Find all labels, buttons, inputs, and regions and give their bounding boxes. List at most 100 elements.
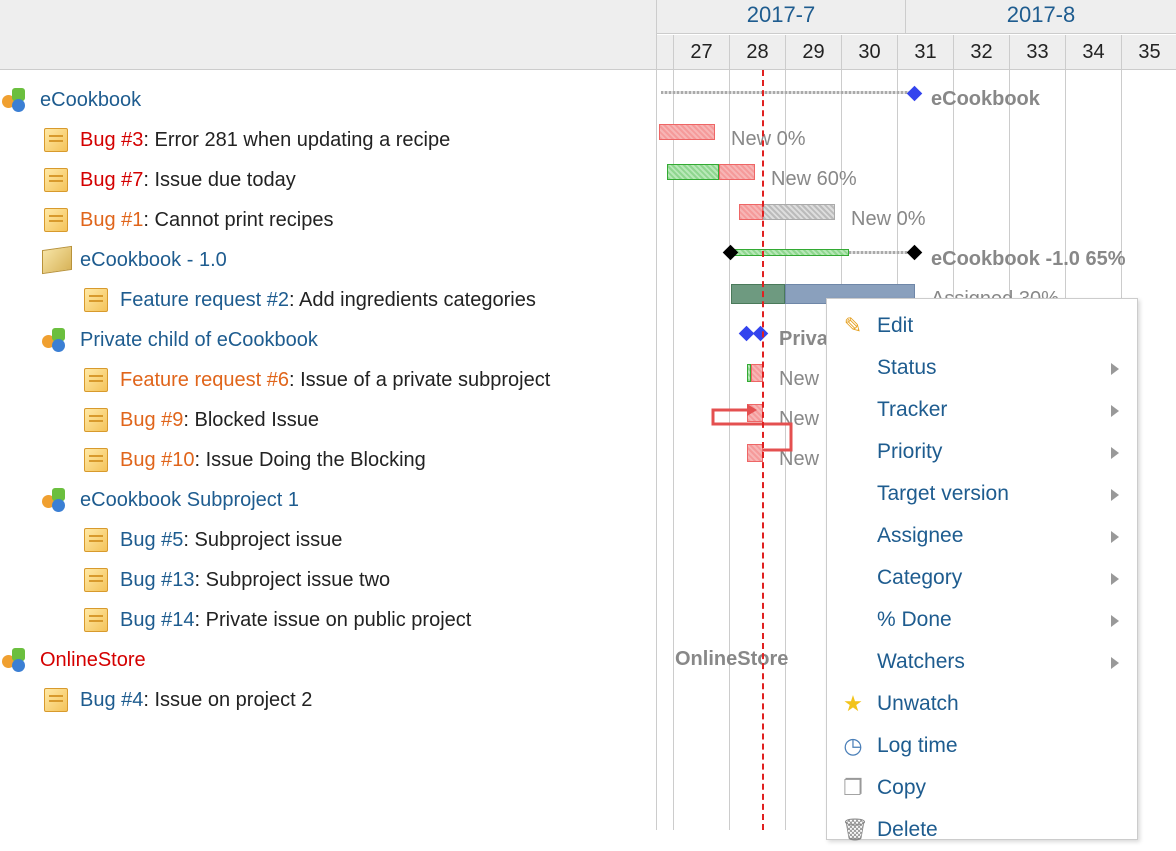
subject-column-header: [0, 0, 656, 70]
project-end-marker: [906, 85, 923, 102]
day-header: 28: [730, 35, 786, 70]
issue-bar-done[interactable]: [731, 284, 785, 304]
row-subject: : Add ingredients categories: [289, 289, 536, 311]
clock-icon: ◷: [843, 733, 863, 758]
submenu-arrow-icon: [1111, 489, 1119, 501]
menu-item-label: % Done: [877, 608, 952, 631]
issue-link[interactable]: Bug #7: [80, 169, 143, 191]
menu-item-edit[interactable]: ✎ Edit: [827, 305, 1137, 347]
issue-link[interactable]: Bug #1: [80, 209, 143, 231]
project-link[interactable]: eCookbook: [40, 89, 141, 111]
project-link[interactable]: OnlineStore: [40, 649, 146, 671]
menu-item-label: Target version: [877, 482, 1009, 505]
menu-item-label: Edit: [877, 314, 914, 337]
project-icon: [42, 328, 66, 352]
project-icon: [2, 648, 26, 672]
project-link[interactable]: Private child of eCookbook: [80, 329, 318, 351]
project-bar: [661, 91, 913, 94]
submenu-arrow-icon: [1111, 573, 1119, 585]
submenu-arrow-icon: [1111, 363, 1119, 375]
menu-item-log-time[interactable]: ◷ Log time: [827, 725, 1137, 767]
issue-icon: [44, 168, 68, 192]
issue-link[interactable]: Bug #9: [120, 409, 183, 431]
gridline: [673, 70, 674, 830]
trash-icon: 🗑: [841, 817, 869, 842]
issue-link[interactable]: Bug #5: [120, 529, 183, 551]
issue-link[interactable]: Bug #4: [80, 689, 143, 711]
issue-icon: [84, 528, 108, 552]
menu-item-copy[interactable]: ❐ Copy: [827, 767, 1137, 809]
row-subject: : Issue due today: [143, 169, 296, 191]
row-subject: : Private issue on public project: [194, 609, 472, 631]
menu-item-unwatch[interactable]: ★ Unwatch: [827, 683, 1137, 725]
row-subject: : Subproject issue: [183, 529, 343, 551]
submenu-arrow-icon: [1111, 405, 1119, 417]
menu-item-target-version[interactable]: Target version: [827, 473, 1137, 515]
row-subject: : Error 281 when updating a recipe: [143, 129, 451, 151]
version-bar-done: [733, 249, 849, 256]
menu-item-label: Category: [877, 566, 963, 589]
menu-item-label: Delete: [877, 818, 938, 841]
submenu-arrow-icon: [1111, 615, 1119, 627]
copy-icon: ❐: [843, 775, 863, 800]
version-end-marker: [906, 244, 923, 261]
context-menu: ✎ Edit Status Tracker Priority Target ve…: [826, 298, 1138, 842]
package-icon: [42, 245, 72, 275]
issue-icon: [44, 688, 68, 712]
pencil-icon: ✎: [843, 313, 863, 338]
issue-bar[interactable]: [719, 164, 755, 180]
issue-icon: [44, 128, 68, 152]
issue-icon: [84, 608, 108, 632]
menu-item-assignee[interactable]: Assignee: [827, 515, 1137, 557]
submenu-arrow-icon: [1111, 657, 1119, 669]
issue-link[interactable]: Bug #14: [120, 609, 195, 631]
issue-icon: [44, 208, 68, 232]
issue-link[interactable]: Bug #10: [120, 449, 195, 471]
today-line: [762, 70, 764, 830]
day-header: 34: [1066, 35, 1122, 70]
submenu-arrow-icon: [1111, 447, 1119, 459]
version-link[interactable]: eCookbook - 1.0: [80, 249, 227, 271]
issue-bar[interactable]: [739, 204, 763, 220]
menu-item-category[interactable]: Category: [827, 557, 1137, 599]
issue-bar-label: New 0%: [731, 128, 806, 150]
issue-icon: [84, 448, 108, 472]
menu-item-label: Status: [877, 356, 937, 379]
menu-item-delete[interactable]: 🗑 Delete: [827, 809, 1137, 851]
menu-item-tracker[interactable]: Tracker: [827, 389, 1137, 431]
menu-item-watchers[interactable]: Watchers: [827, 641, 1137, 683]
menu-item-priority[interactable]: Priority: [827, 431, 1137, 473]
relation-arrow: [711, 404, 793, 452]
version-start-marker: [722, 244, 739, 261]
menu-item-done-ratio[interactable]: % Done: [827, 599, 1137, 641]
menu-item-label: Watchers: [877, 650, 965, 673]
project-end-marker: [752, 325, 769, 342]
project-bar-label: OnlineStore: [675, 648, 789, 670]
row-subject: : Cannot print recipes: [143, 209, 334, 231]
project-icon: [2, 88, 26, 112]
day-header: 27: [674, 35, 730, 70]
version-bar: [849, 251, 913, 254]
month-header: 2017-7: [657, 0, 906, 34]
project-link[interactable]: eCookbook Subproject 1: [80, 489, 299, 511]
menu-item-status[interactable]: Status: [827, 347, 1137, 389]
day-header: 32: [954, 35, 1010, 70]
menu-item-label: Copy: [877, 776, 927, 799]
issue-bar-done[interactable]: [667, 164, 719, 180]
issue-link[interactable]: Feature request #2: [120, 289, 289, 311]
issue-bar-remaining[interactable]: [763, 204, 835, 220]
issue-icon: [84, 368, 108, 392]
issue-bar[interactable]: [659, 124, 715, 140]
day-header: 35: [1122, 35, 1176, 70]
row-subject: : Issue Doing the Blocking: [194, 449, 426, 471]
issue-bar-label: New: [779, 368, 820, 390]
menu-item-label: Tracker: [877, 398, 948, 421]
version-bar-label: eCookbook -1.0 65%: [931, 248, 1126, 270]
day-header: 29: [786, 35, 842, 70]
day-header: 33: [1010, 35, 1066, 70]
day-header: 30: [842, 35, 898, 70]
issue-link[interactable]: Bug #13: [120, 569, 195, 591]
issue-bar-label: New 60%: [771, 168, 857, 190]
issue-link[interactable]: Bug #3: [80, 129, 143, 151]
issue-link[interactable]: Feature request #6: [120, 369, 289, 391]
